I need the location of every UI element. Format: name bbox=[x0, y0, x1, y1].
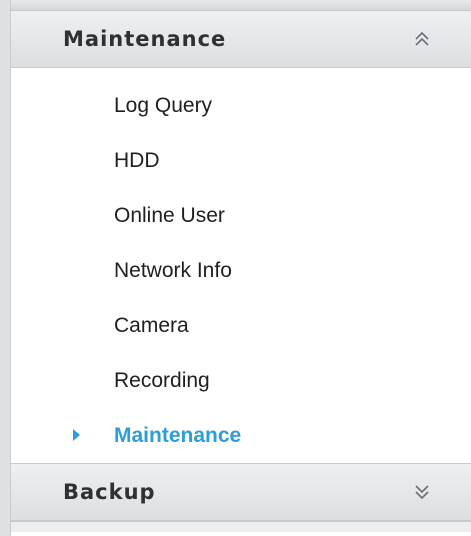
panel-bottom-edge bbox=[11, 521, 471, 532]
menu-item-label: Network Info bbox=[114, 258, 232, 282]
panel-top-edge bbox=[11, 0, 471, 11]
double-chevron-down-icon[interactable] bbox=[413, 483, 431, 501]
menu-item-recording[interactable]: Recording bbox=[11, 353, 471, 408]
menu-item-label: Maintenance bbox=[114, 423, 242, 447]
maintenance-menu-list: Log Query HDD Online User Network Info C… bbox=[11, 68, 471, 463]
menu-item-camera[interactable]: Camera bbox=[11, 298, 471, 353]
left-rail bbox=[0, 0, 11, 536]
menu-item-label: Recording bbox=[114, 368, 210, 392]
menu-item-maintenance[interactable]: Maintenance bbox=[11, 408, 471, 463]
active-marker-icon bbox=[73, 428, 80, 441]
menu-item-label: HDD bbox=[114, 148, 160, 172]
double-chevron-up-icon[interactable] bbox=[413, 30, 431, 48]
section-title: Maintenance bbox=[63, 27, 227, 51]
section-header-backup[interactable]: Backup bbox=[11, 463, 471, 521]
menu-item-label: Log Query bbox=[114, 93, 213, 117]
menu-item-hdd[interactable]: HDD bbox=[11, 133, 471, 188]
section-title: Backup bbox=[63, 480, 156, 504]
menu-item-label: Camera bbox=[114, 313, 189, 337]
menu-item-label: Online User bbox=[114, 203, 225, 227]
menu-item-network-info[interactable]: Network Info bbox=[11, 243, 471, 298]
menu-item-log-query[interactable]: Log Query bbox=[11, 78, 471, 133]
menu-item-online-user[interactable]: Online User bbox=[11, 188, 471, 243]
section-header-maintenance[interactable]: Maintenance bbox=[11, 11, 471, 68]
navigation-panel: Maintenance Log Query HDD Online User Ne… bbox=[11, 0, 471, 536]
